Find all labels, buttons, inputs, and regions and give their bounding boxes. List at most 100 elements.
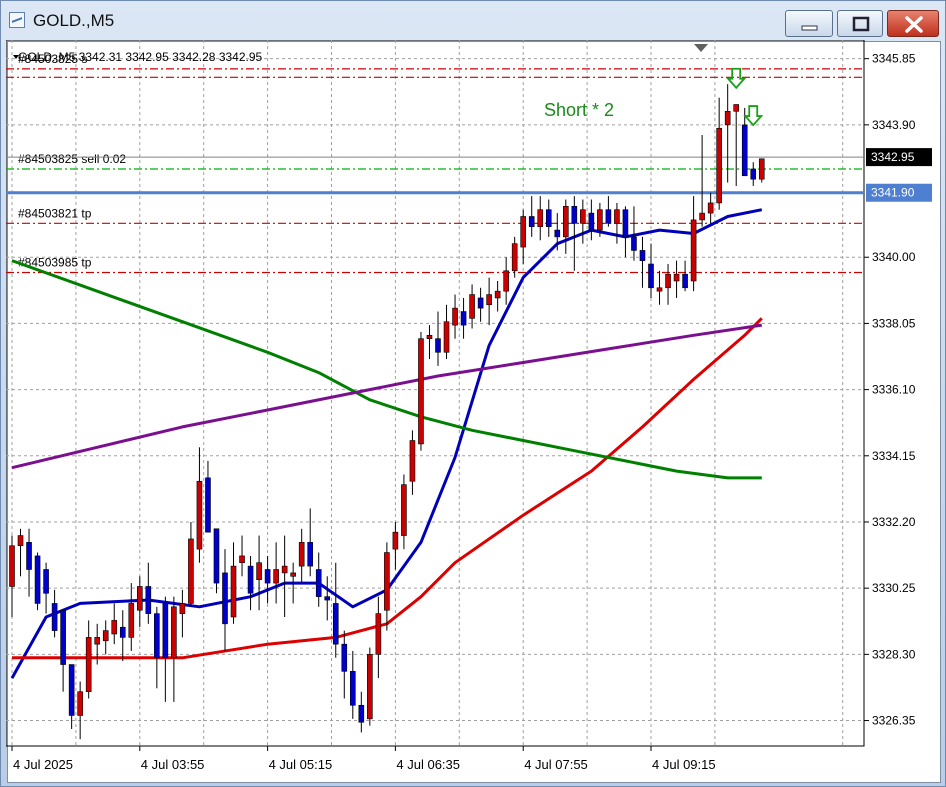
candle-body (60, 609, 66, 665)
candle (119, 610, 126, 662)
candle-body (503, 270, 509, 292)
candle (724, 84, 731, 183)
candle-body (137, 586, 143, 611)
time-label: 4 Jul 03:55 (141, 757, 205, 772)
price-label: 3336.10 (872, 383, 916, 397)
candle (213, 528, 220, 594)
candle (256, 535, 262, 611)
candle-body (460, 311, 467, 326)
maximize-button[interactable] (837, 10, 883, 37)
sell-signal-arrow-icon (743, 105, 764, 127)
candle-body (418, 338, 424, 445)
chart-window-icon (9, 12, 25, 28)
candle-body (758, 158, 765, 180)
candle-body (494, 290, 501, 299)
candle (426, 325, 433, 360)
axes: GOLD.,M5 3342.31 3342.95 3342.28 3342.95… (13, 44, 916, 772)
sell-signal-arrow-icon (726, 67, 747, 90)
candle (622, 206, 629, 258)
candle-body (401, 484, 407, 536)
candle-body (597, 209, 603, 231)
candle-body (665, 273, 671, 289)
candle (750, 162, 757, 186)
candle (273, 542, 279, 604)
candle (648, 243, 654, 298)
candle-body (580, 209, 586, 224)
short-annotation: Short * 2 (544, 100, 614, 120)
candle-body (111, 620, 118, 635)
candle-body (85, 637, 92, 692)
candle-body (707, 202, 714, 214)
candle (85, 620, 92, 699)
candle-body (290, 572, 296, 577)
candle (545, 199, 552, 237)
candle-body (119, 626, 126, 638)
candle (409, 430, 416, 495)
order-overlay-header: #84503825 s (18, 52, 87, 66)
price-label: 3338.05 (872, 316, 916, 330)
moving-average-line (11, 259, 762, 480)
title-bar[interactable]: GOLD.,M5 (1, 1, 946, 41)
candle-body (409, 440, 416, 482)
price-label: 3334.15 (872, 449, 916, 463)
candle-body (571, 206, 578, 224)
candle (34, 552, 41, 611)
candle-body (716, 127, 722, 204)
candle-body (375, 613, 382, 655)
candle (469, 284, 475, 329)
candle (375, 596, 382, 679)
minimize-button[interactable] (785, 10, 833, 37)
candle (239, 535, 245, 577)
candle (349, 650, 356, 719)
candle-body (486, 294, 492, 306)
candle-body (477, 297, 484, 309)
candle (9, 535, 15, 618)
candle-body (690, 219, 697, 282)
candle-body (34, 555, 41, 604)
candle (435, 311, 441, 366)
time-label: 4 Jul 2025 (13, 757, 73, 772)
candle-body (341, 643, 348, 672)
candle-body (247, 565, 254, 594)
candle (111, 603, 118, 645)
candle-body (281, 565, 288, 574)
moving-average-line (11, 323, 763, 470)
candle-body (26, 542, 32, 570)
chart-shift-marker (694, 44, 708, 52)
price-label: 3343.90 (872, 118, 916, 132)
candle-body (588, 212, 595, 231)
close-button[interactable] (887, 10, 939, 37)
candle-body (622, 209, 629, 238)
candle-body (162, 603, 169, 659)
candle-body (128, 603, 135, 638)
candle (307, 508, 314, 577)
candle-body (699, 212, 705, 221)
candle-body (733, 104, 740, 112)
candle (137, 576, 143, 628)
candle (188, 521, 194, 607)
candle-body (750, 168, 757, 180)
candle (707, 192, 714, 224)
candle (699, 135, 705, 227)
candle (222, 549, 228, 651)
candle-body (188, 538, 194, 604)
candle (51, 589, 58, 638)
candle-body (196, 480, 203, 550)
candle (733, 104, 740, 186)
price-chart[interactable]: #84503825 sell 0.02#84503821 tp#84503985… (6, 40, 940, 782)
candle (43, 562, 49, 614)
candle-body (562, 206, 569, 238)
candle-body (9, 545, 15, 587)
candle-body (358, 704, 365, 723)
candle-body (17, 535, 24, 547)
ask-price-label: 3341.90 (871, 186, 915, 200)
candle-body (179, 603, 186, 614)
candle-body (154, 613, 160, 659)
candle (401, 474, 407, 550)
candle (520, 209, 527, 265)
candle-body (545, 209, 552, 227)
candle-body (443, 321, 450, 353)
candle-body (452, 307, 458, 326)
candle (315, 552, 322, 607)
candle (460, 297, 467, 339)
